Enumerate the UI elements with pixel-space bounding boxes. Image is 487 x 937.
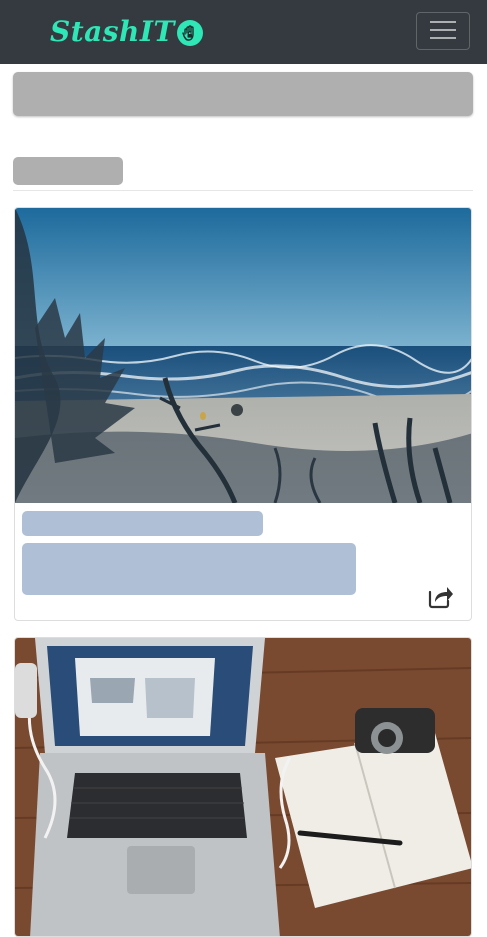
section-heading-skeleton [13,157,123,185]
hand-lock-icon [176,20,203,46]
menu-toggle-button[interactable] [416,12,470,50]
stash-card [14,207,472,621]
top-navbar: StashIT [0,0,487,64]
card-title-skeleton [22,511,263,536]
brand-logo[interactable]: StashIT [50,12,203,52]
section-divider [13,190,473,191]
share-icon[interactable] [426,582,454,610]
card-description-skeleton [22,543,356,595]
stash-card [14,637,472,937]
hamburger-icon [429,19,457,44]
brand-text: StashIT [50,15,175,48]
beach-ocean-photo [15,208,471,503]
laptop-desk-photo [15,638,471,936]
search-bar-skeleton [13,72,473,116]
